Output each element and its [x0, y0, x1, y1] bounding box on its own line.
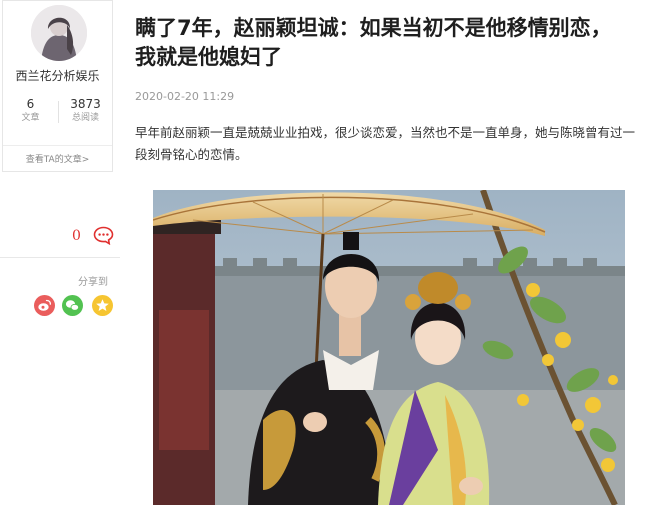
reads-count: 3873	[70, 97, 101, 111]
share-label: 分享到	[78, 277, 108, 288]
article-title: 瞒了7年，赵丽颖坦诚：如果当初不是他移情别恋， 我就是他媳妇了	[135, 14, 640, 72]
articles-label: 文章	[21, 113, 40, 123]
comment-icon[interactable]	[93, 226, 114, 246]
article-title-line1: 瞒了7年，赵丽颖坦诚：如果当初不是他移情别恋，	[135, 16, 612, 40]
view-articles-link[interactable]: 查看TA的文章>	[3, 152, 112, 165]
author-avatar[interactable]	[31, 5, 87, 61]
publish-date: 2020-02-20 11:29	[135, 90, 235, 103]
article-paragraph: 早年前赵丽颖一直是兢兢业业拍戏，很少谈恋爱，当然也不是一直单身，她与陈晓曾有过一…	[135, 125, 636, 162]
wechat-icon[interactable]	[62, 295, 83, 316]
card-divider	[3, 145, 112, 146]
reads-label: 总阅读	[71, 113, 99, 123]
author-card: 西兰花分析娱乐 6 文章 3873 总阅读 查看TA的文章>	[2, 0, 113, 172]
sidebar-divider	[0, 257, 120, 258]
favorite-star-icon[interactable]	[92, 295, 113, 316]
comment-count: 0	[72, 228, 81, 244]
weibo-icon[interactable]	[34, 295, 55, 316]
article-title-line2: 我就是他媳妇了	[135, 45, 282, 69]
articles-count: 6	[26, 97, 35, 111]
author-name[interactable]: 西兰花分析娱乐	[3, 67, 112, 84]
article-photo	[153, 190, 625, 505]
articles-stat: 6 文章	[3, 97, 58, 125]
reads-stat: 3873 总阅读	[58, 97, 113, 125]
author-stats: 6 文章 3873 总阅读	[3, 97, 112, 129]
